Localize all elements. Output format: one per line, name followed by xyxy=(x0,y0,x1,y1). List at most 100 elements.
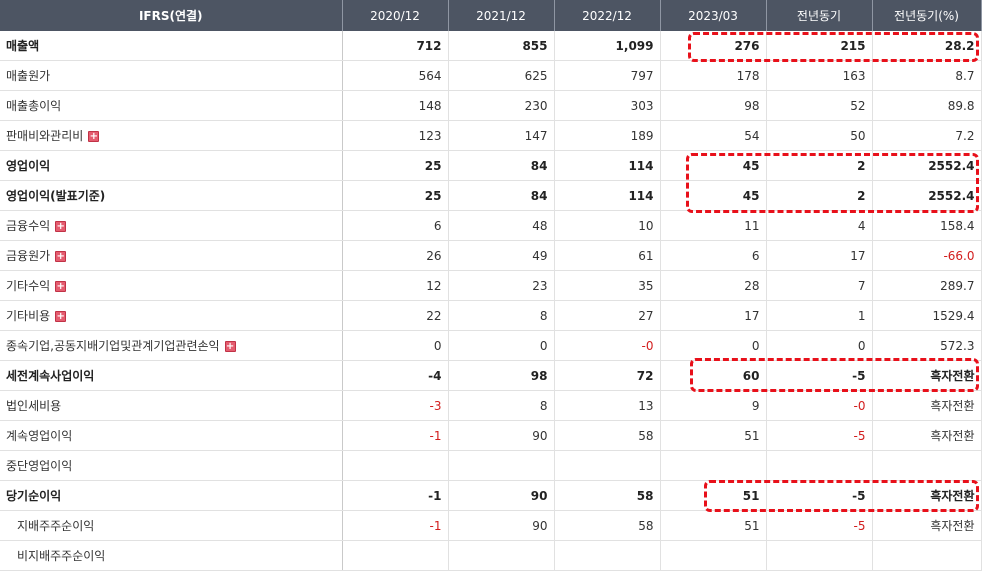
value-cell: 158.4 xyxy=(872,210,982,241)
value-cell: 7 xyxy=(766,270,873,301)
value-cell xyxy=(660,540,767,571)
table-row: 판매비와관리비 +123 147 189 54 50 7.2 xyxy=(0,120,982,151)
row-label: 지배주주순이익 xyxy=(17,519,95,533)
value-cell: 0 xyxy=(342,330,449,361)
value-cell: 61 xyxy=(554,240,661,271)
row-label: 기타비용 xyxy=(6,309,51,323)
expand-plus-icon[interactable]: + xyxy=(55,251,67,262)
row-label-cell: 계속영업이익 xyxy=(0,420,343,451)
row-label-cell: 중단영업이익 xyxy=(0,450,343,481)
row-label-cell: 판매비와관리비 + xyxy=(0,120,343,151)
value-cell: 51 xyxy=(660,480,767,511)
value-cell: -66.0 xyxy=(872,240,982,271)
value-cell xyxy=(342,450,449,481)
value-cell: -1 xyxy=(342,510,449,541)
value-cell: 8 xyxy=(448,300,555,331)
row-label: 매출원가 xyxy=(6,69,51,83)
value-cell: 4 xyxy=(766,210,873,241)
row-label-cell: 비지배주주순이익 xyxy=(0,540,343,571)
header-prev-period: 전년동기 xyxy=(766,0,873,31)
header-2021-12: 2021/12 xyxy=(448,0,555,31)
table-row: 영업이익 25 84 114 45 2 2552.4 xyxy=(0,150,982,181)
value-cell: 17 xyxy=(766,240,873,271)
value-cell: 흑자전환 xyxy=(872,480,982,511)
value-cell: 11 xyxy=(660,210,767,241)
value-cell: -5 xyxy=(766,360,873,391)
value-cell: 17 xyxy=(660,300,767,331)
table-body: 매출액 712 855 1,099 276 215 28.2 매출원가 564 625 797 178… xyxy=(0,31,982,571)
row-label: 판매비와관리비 xyxy=(6,129,84,143)
value-cell: 25 xyxy=(342,150,449,181)
expand-plus-icon[interactable]: + xyxy=(55,221,67,232)
row-label: 매출액 xyxy=(6,39,40,53)
expand-plus-icon[interactable]: + xyxy=(55,311,67,322)
value-cell: 22 xyxy=(342,300,449,331)
table-row: 법인세비용 -3 8 13 9 -0 흑자전환 xyxy=(0,390,982,421)
header-2020-12: 2020/12 xyxy=(342,0,449,31)
value-cell: 72 xyxy=(554,360,661,391)
value-cell: 230 xyxy=(448,90,555,121)
value-cell: 303 xyxy=(554,90,661,121)
value-cell: 흑자전환 xyxy=(872,420,982,451)
table-row: 지배주주순이익 -1 90 58 51 -5 흑자전환 xyxy=(0,510,982,541)
row-label-cell: 영업이익(발표기준) xyxy=(0,180,343,211)
value-cell: 흑자전환 xyxy=(872,360,982,391)
value-cell: 35 xyxy=(554,270,661,301)
value-cell: 6 xyxy=(660,240,767,271)
value-cell: 98 xyxy=(448,360,555,391)
value-cell: 12 xyxy=(342,270,449,301)
value-cell xyxy=(872,540,982,571)
value-cell: -0 xyxy=(766,390,873,421)
value-cell: 189 xyxy=(554,120,661,151)
value-cell: 흑자전환 xyxy=(872,510,982,541)
row-label: 금융원가 xyxy=(6,249,51,263)
row-label: 영업이익(발표기준) xyxy=(6,189,106,203)
value-cell: 8 xyxy=(448,390,555,421)
table-row: 기타수익 +12 23 35 28 7 289.7 xyxy=(0,270,982,301)
header-2022-12: 2022/12 xyxy=(554,0,661,31)
value-cell: -1 xyxy=(342,480,449,511)
expand-plus-icon[interactable]: + xyxy=(88,131,100,142)
value-cell: 51 xyxy=(660,420,767,451)
value-cell: 23 xyxy=(448,270,555,301)
value-cell: 흑자전환 xyxy=(872,390,982,421)
row-label-cell: 세전계속사업이익 xyxy=(0,360,343,391)
row-label-cell: 기타비용 + xyxy=(0,300,343,331)
table-row: 비지배주주순이익 xyxy=(0,540,982,571)
value-cell: 2552.4 xyxy=(872,150,982,181)
row-label: 종속기업,공동지배기업및관계기업관련손익 xyxy=(6,339,220,353)
header-prev-period-pct: 전년동기(%) xyxy=(872,0,982,31)
table-row: 매출액 712 855 1,099 276 215 28.2 xyxy=(0,31,982,61)
value-cell: 60 xyxy=(660,360,767,391)
table-row: 매출총이익 148 230 303 98 52 89.8 xyxy=(0,90,982,121)
expand-plus-icon[interactable]: + xyxy=(55,281,67,292)
row-label-cell: 영업이익 xyxy=(0,150,343,181)
row-label: 중단영업이익 xyxy=(6,459,73,473)
value-cell: -0 xyxy=(554,330,661,361)
value-cell: 8.7 xyxy=(872,60,982,91)
value-cell: -5 xyxy=(766,510,873,541)
value-cell: 49 xyxy=(448,240,555,271)
value-cell: 90 xyxy=(448,480,555,511)
value-cell: 98 xyxy=(660,90,767,121)
value-cell: -4 xyxy=(342,360,449,391)
value-cell: 50 xyxy=(766,120,873,151)
value-cell: 10 xyxy=(554,210,661,241)
value-cell xyxy=(660,450,767,481)
value-cell: -1 xyxy=(342,420,449,451)
value-cell: 114 xyxy=(554,150,661,181)
header-2023-03: 2023/03 xyxy=(660,0,767,31)
value-cell: 1 xyxy=(766,300,873,331)
table-row: 종속기업,공동지배기업및관계기업관련손익 +0 0 -0 0 0 572.3 xyxy=(0,330,982,361)
row-label: 금융수익 xyxy=(6,219,51,233)
row-label-cell: 매출총이익 xyxy=(0,90,343,121)
value-cell: 13 xyxy=(554,390,661,421)
expand-plus-icon[interactable]: + xyxy=(224,341,236,352)
value-cell: 0 xyxy=(660,330,767,361)
row-label-cell: 지배주주순이익 xyxy=(0,510,343,541)
value-cell: 147 xyxy=(448,120,555,151)
header-ifrs: IFRS(연결) xyxy=(0,0,343,31)
value-cell: 7.2 xyxy=(872,120,982,151)
value-cell xyxy=(872,450,982,481)
value-cell: 2 xyxy=(766,150,873,181)
